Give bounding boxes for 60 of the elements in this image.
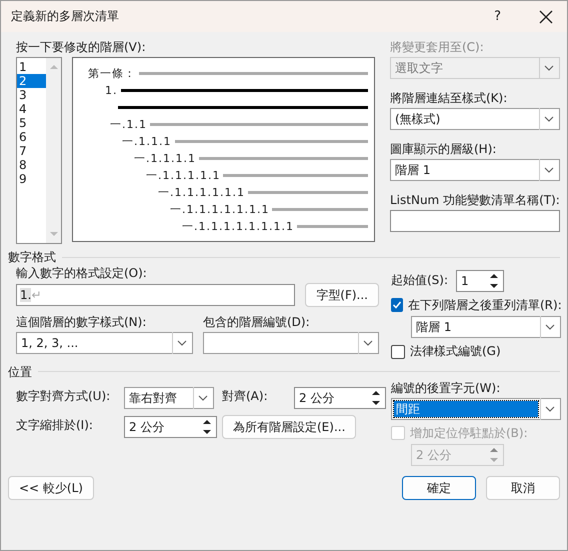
field-label: 將變更套用至(C): <box>390 40 485 54</box>
preview-number: 一.1.1 <box>110 118 147 132</box>
field-label: 這個階層的數字樣式(N): <box>16 315 148 329</box>
level-item[interactable]: 6 <box>17 130 46 144</box>
level-item[interactable]: 5 <box>17 116 46 130</box>
input-field[interactable]: 1.↵ <box>16 284 296 306</box>
field-label: 圖庫顯示的層級(H): <box>390 142 498 156</box>
window-title: 定義新的多層次清單 <box>11 9 120 24</box>
spin-field[interactable]: 2 公分 <box>294 386 386 409</box>
checkbox-label: 增加定位停駐點於(B): <box>410 426 528 440</box>
dropdown[interactable]: 1, 2, 3, ... <box>16 332 193 354</box>
input-field[interactable] <box>390 210 560 232</box>
level-item[interactable]: 7 <box>17 144 46 158</box>
dropdown[interactable]: 靠右對齊 <box>124 386 214 409</box>
level-listbox[interactable]: 1 2 3 4 5 6 7 8 9 <box>16 57 62 244</box>
level-item[interactable]: 3 <box>17 88 46 102</box>
field-label: 將階層連結至樣式(K): <box>390 91 508 105</box>
checkbox-label: 法律樣式編號(G) <box>410 344 501 359</box>
dropdown[interactable]: 階層 1 <box>390 159 560 181</box>
field-label: 包含的階層編號(D): <box>203 315 311 329</box>
preview-number: 一.1.1.1.1 <box>134 152 196 166</box>
close-icon[interactable] <box>539 10 553 24</box>
preview-line <box>296 225 368 228</box>
dropdown[interactable]: 階層 1 <box>411 316 561 338</box>
preview-number: 一.1.1.1.1.1.1 <box>158 186 245 200</box>
font-button[interactable]: 字型(F)... <box>305 283 379 307</box>
preview-number: 第一條： <box>88 66 136 80</box>
field-label: 數字對齊方式(U): <box>16 389 112 404</box>
set-all-levels-button[interactable]: 為所有階層設定(E)... <box>222 414 356 439</box>
dropdown[interactable] <box>203 332 379 354</box>
field-label: 輸入數字的格式設定(O): <box>16 266 148 280</box>
less-button[interactable]: << 較少(L) <box>8 476 94 500</box>
field-label: 文字縮排於(I): <box>16 418 94 432</box>
preview-number: 一.1.1.1.1.1 <box>146 168 220 182</box>
level-item[interactable]: 4 <box>17 102 46 116</box>
spin-field[interactable]: 1 <box>456 270 504 292</box>
preview-number: 一.1.1.1.1.1.1.1.1 <box>182 220 294 234</box>
level-item[interactable]: 2 <box>17 74 46 88</box>
section-title: 位置 <box>8 364 32 379</box>
help-button[interactable]: ? <box>494 8 501 24</box>
level-item[interactable]: 9 <box>17 172 46 186</box>
field-label: 起始值(S): <box>391 272 448 286</box>
dropdown[interactable]: (無樣式) <box>390 108 560 130</box>
level-item[interactable]: 8 <box>17 158 46 172</box>
section-title: 數字格式 <box>8 250 56 264</box>
spin-field[interactable]: 2 公分 <box>124 416 217 438</box>
dropdown[interactable]: 間距 <box>391 398 561 420</box>
field-label: 編號的後置字元(W): <box>391 380 502 395</box>
level-item[interactable]: 1 <box>17 60 46 74</box>
checkbox[interactable] <box>391 344 405 359</box>
preview-number: 1. <box>105 84 118 98</box>
checkbox-label: 在下列階層之後重列清單(R): <box>408 298 562 312</box>
preview-number: 一.1.1.1 <box>122 134 172 148</box>
preview-number: 一.1.1.1.1.1.1.1 <box>170 202 270 216</box>
checkbox[interactable] <box>391 298 403 312</box>
field-label: ListNum 功能變數清單名稱(T): <box>390 193 560 207</box>
field-label: 按一下要修改的階層(V): <box>16 40 147 54</box>
field-label: 對齊(A): <box>222 389 269 404</box>
cancel-button[interactable]: 取消 <box>486 476 560 500</box>
ok-button[interactable]: 確定 <box>402 476 476 500</box>
